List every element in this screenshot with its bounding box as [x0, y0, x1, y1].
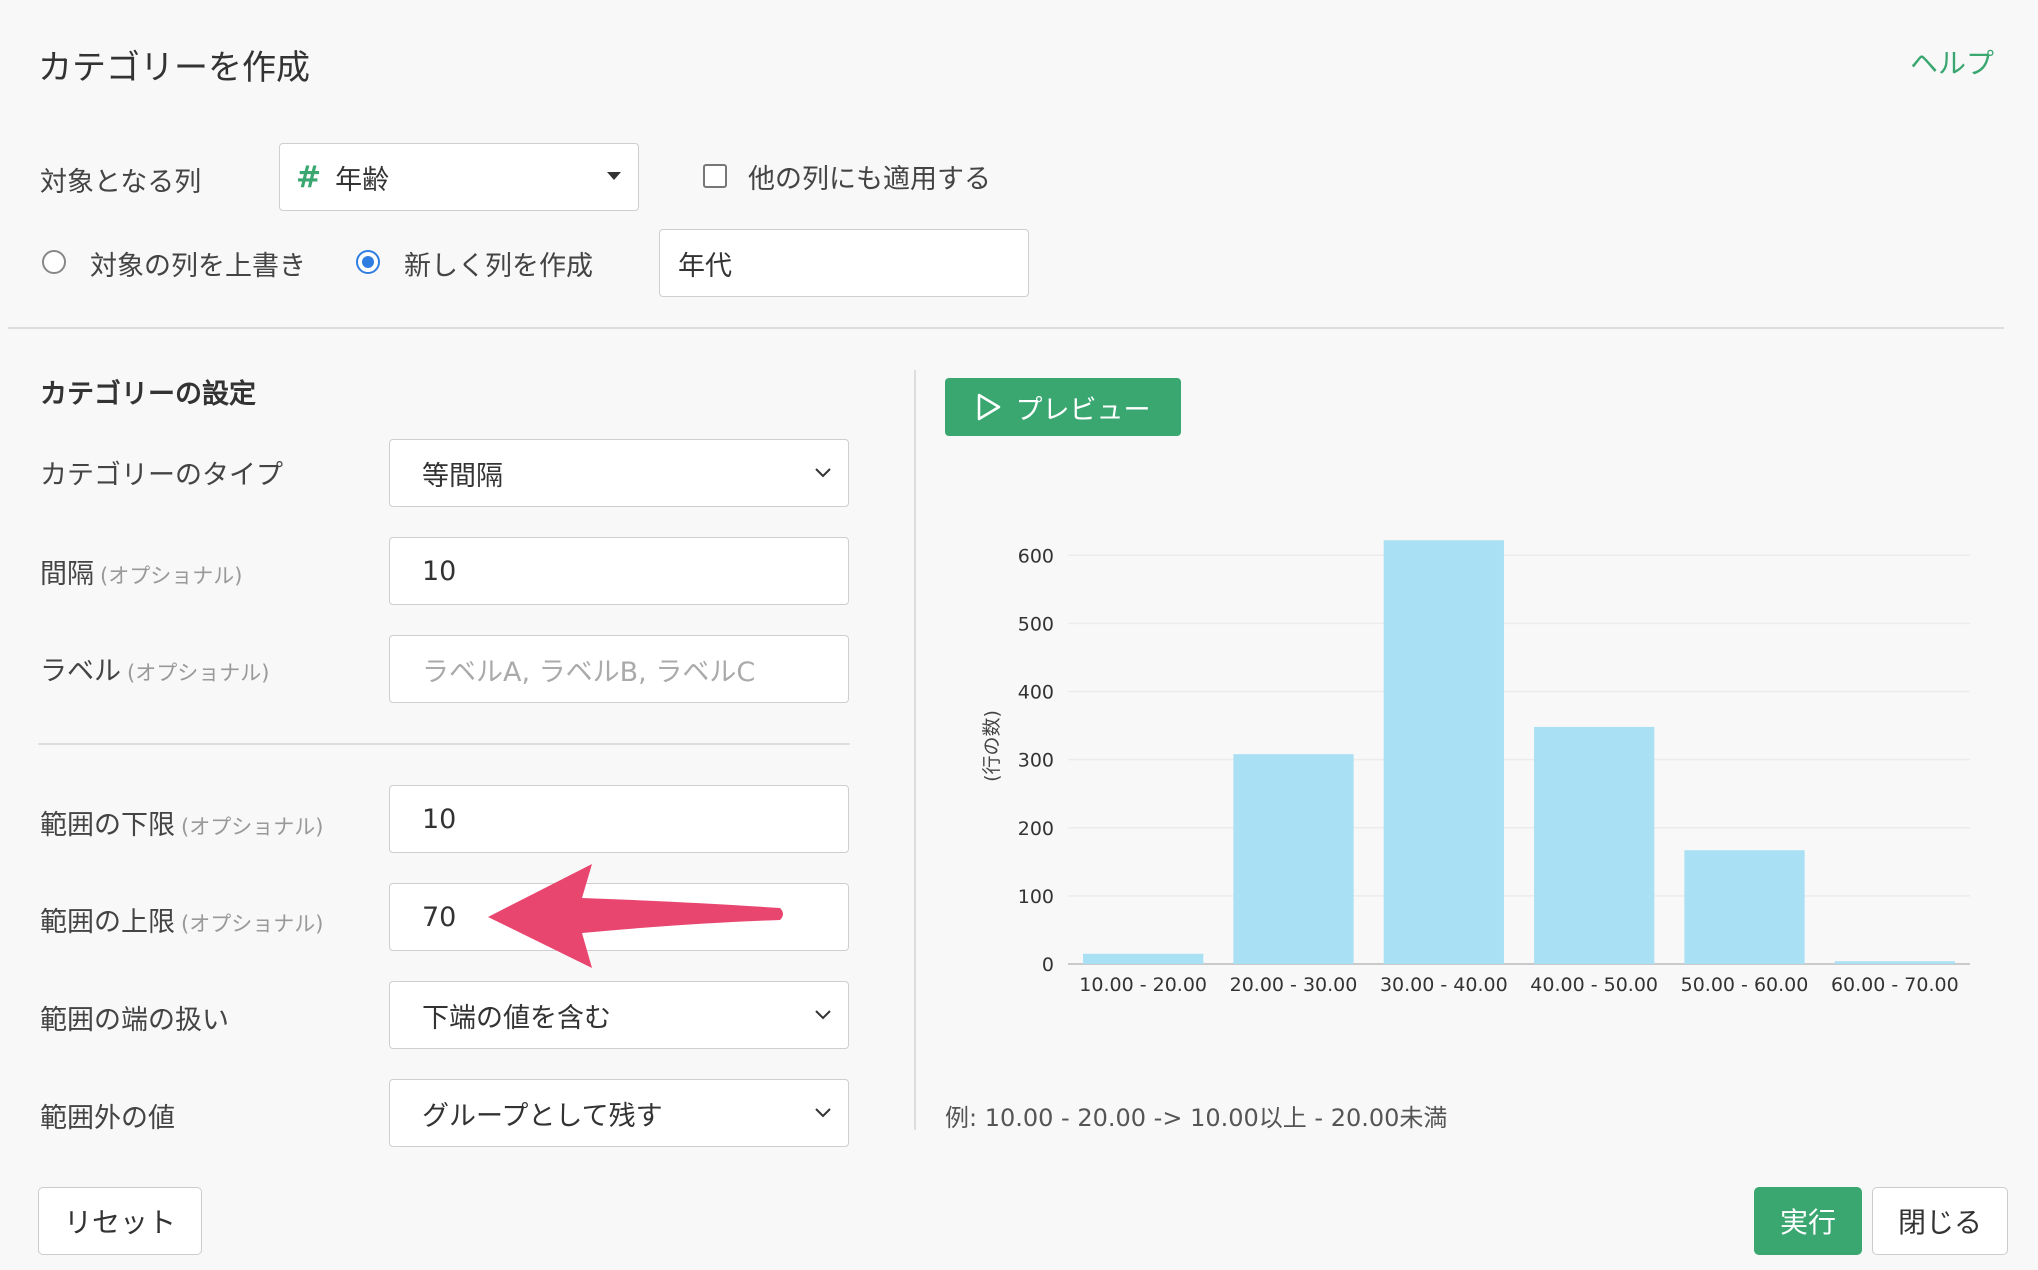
y-axis-label: (行の数): [981, 710, 1003, 782]
y-tick-label: 500: [1018, 613, 1054, 635]
lower-bound-optional: (オプショナル): [181, 815, 324, 839]
header-divider: [8, 327, 2004, 329]
x-tick-label: 50.00 - 60.00: [1681, 974, 1809, 996]
preview-histogram: 0 100 200 300 400 500 600 (行の数) 10.00 - 20.00 20.…: [981, 540, 1970, 996]
histogram-bar: [1534, 726, 1655, 964]
upper-bound-optional: (オプショナル): [181, 912, 324, 936]
labels-label-text: ラベル: [40, 656, 121, 687]
settings-section-title: カテゴリーの設定: [40, 379, 256, 410]
new-column-label: 新しく列を作成: [404, 251, 593, 282]
dialog-title: カテゴリーを作成: [38, 48, 310, 88]
reset-button[interactable]: リセット: [38, 1187, 202, 1255]
y-tick-label: 100: [1018, 886, 1054, 908]
new-column-name-input[interactable]: 年代: [659, 229, 1029, 297]
y-tick-label: 300: [1018, 750, 1054, 772]
run-button[interactable]: 実行: [1754, 1187, 1862, 1255]
outside-values-label: 範囲外の値: [40, 1103, 175, 1134]
help-link[interactable]: ヘルプ: [1910, 42, 1994, 82]
numeric-column-icon: #: [296, 159, 322, 195]
caret-down-icon: [607, 172, 621, 180]
lower-bound-label-text: 範囲の下限: [40, 810, 175, 841]
upper-bound-label-text: 範囲の上限: [40, 907, 175, 938]
annotation-arrow-icon: [488, 864, 783, 968]
category-type-value: 等間隔: [422, 460, 503, 492]
outside-values-value: グループとして残す: [422, 1100, 663, 1132]
outside-values-select[interactable]: グループとして残す: [389, 1079, 849, 1147]
target-column-label: 対象となる列: [40, 167, 202, 198]
interval-label: 間隔 (オプショナル): [40, 552, 242, 591]
x-tick-label: 20.00 - 30.00: [1230, 974, 1358, 996]
y-tick-label: 400: [1018, 682, 1054, 704]
edge-handling-value: 下端の値を含む: [422, 1002, 611, 1034]
interval-input[interactable]: 10: [389, 537, 849, 605]
preview-button-label: プレビュー: [1015, 394, 1151, 426]
target-column-value: 年齢: [335, 164, 390, 196]
settings-divider: [38, 743, 850, 745]
labels-optional: (オプショナル): [127, 661, 270, 685]
histogram-bar: [1083, 953, 1204, 964]
y-tick-label: 600: [1018, 545, 1054, 567]
close-button[interactable]: 閉じる: [1872, 1187, 2008, 1255]
chevron-down-icon: [815, 1108, 831, 1118]
histogram-bar: [1834, 961, 1955, 964]
category-type-select[interactable]: 等間隔: [389, 439, 849, 507]
labels-label: ラベル (オプショナル): [40, 649, 269, 688]
target-column-select[interactable]: # 年齢: [279, 143, 639, 211]
x-tick-label: 30.00 - 40.00: [1380, 974, 1508, 996]
overwrite-radio[interactable]: [42, 250, 66, 274]
category-type-label: カテゴリーのタイプ: [40, 460, 283, 491]
chevron-down-icon: [815, 468, 831, 478]
x-tick-label: 40.00 - 50.00: [1530, 974, 1658, 996]
edge-handling-select[interactable]: 下端の値を含む: [389, 981, 849, 1049]
histogram-bar: [1233, 754, 1354, 964]
lower-bound-label: 範囲の下限 (オプショナル): [40, 803, 323, 842]
overwrite-label: 対象の列を上書き: [90, 251, 306, 282]
apply-others-label: 他の列にも適用する: [748, 164, 991, 195]
preview-button[interactable]: プレビュー: [945, 378, 1181, 436]
apply-others-checkbox[interactable]: [703, 164, 727, 188]
y-tick-label: 200: [1018, 818, 1054, 840]
column-divider: [914, 370, 916, 1130]
play-icon: [977, 393, 1000, 421]
new-column-radio[interactable]: [356, 250, 380, 274]
histogram-bar: [1684, 850, 1805, 964]
x-tick-label: 60.00 - 70.00: [1831, 974, 1959, 996]
lower-bound-input[interactable]: 10: [389, 785, 849, 853]
edge-handling-label: 範囲の端の扱い: [40, 1005, 229, 1036]
range-example-text: 例: 10.00 - 20.00 -> 10.00以上 - 20.00未満: [945, 1104, 1448, 1132]
y-tick-label: 0: [1042, 954, 1054, 976]
labels-input[interactable]: ラベルA, ラベルB, ラベルC: [389, 635, 849, 703]
chevron-down-icon: [815, 1010, 831, 1020]
interval-label-text: 間隔: [40, 559, 94, 590]
histogram-bar: [1383, 540, 1504, 964]
x-tick-label: 10.00 - 20.00: [1079, 974, 1207, 996]
upper-bound-label: 範囲の上限 (オプショナル): [40, 900, 323, 939]
interval-optional: (オプショナル): [100, 564, 243, 588]
